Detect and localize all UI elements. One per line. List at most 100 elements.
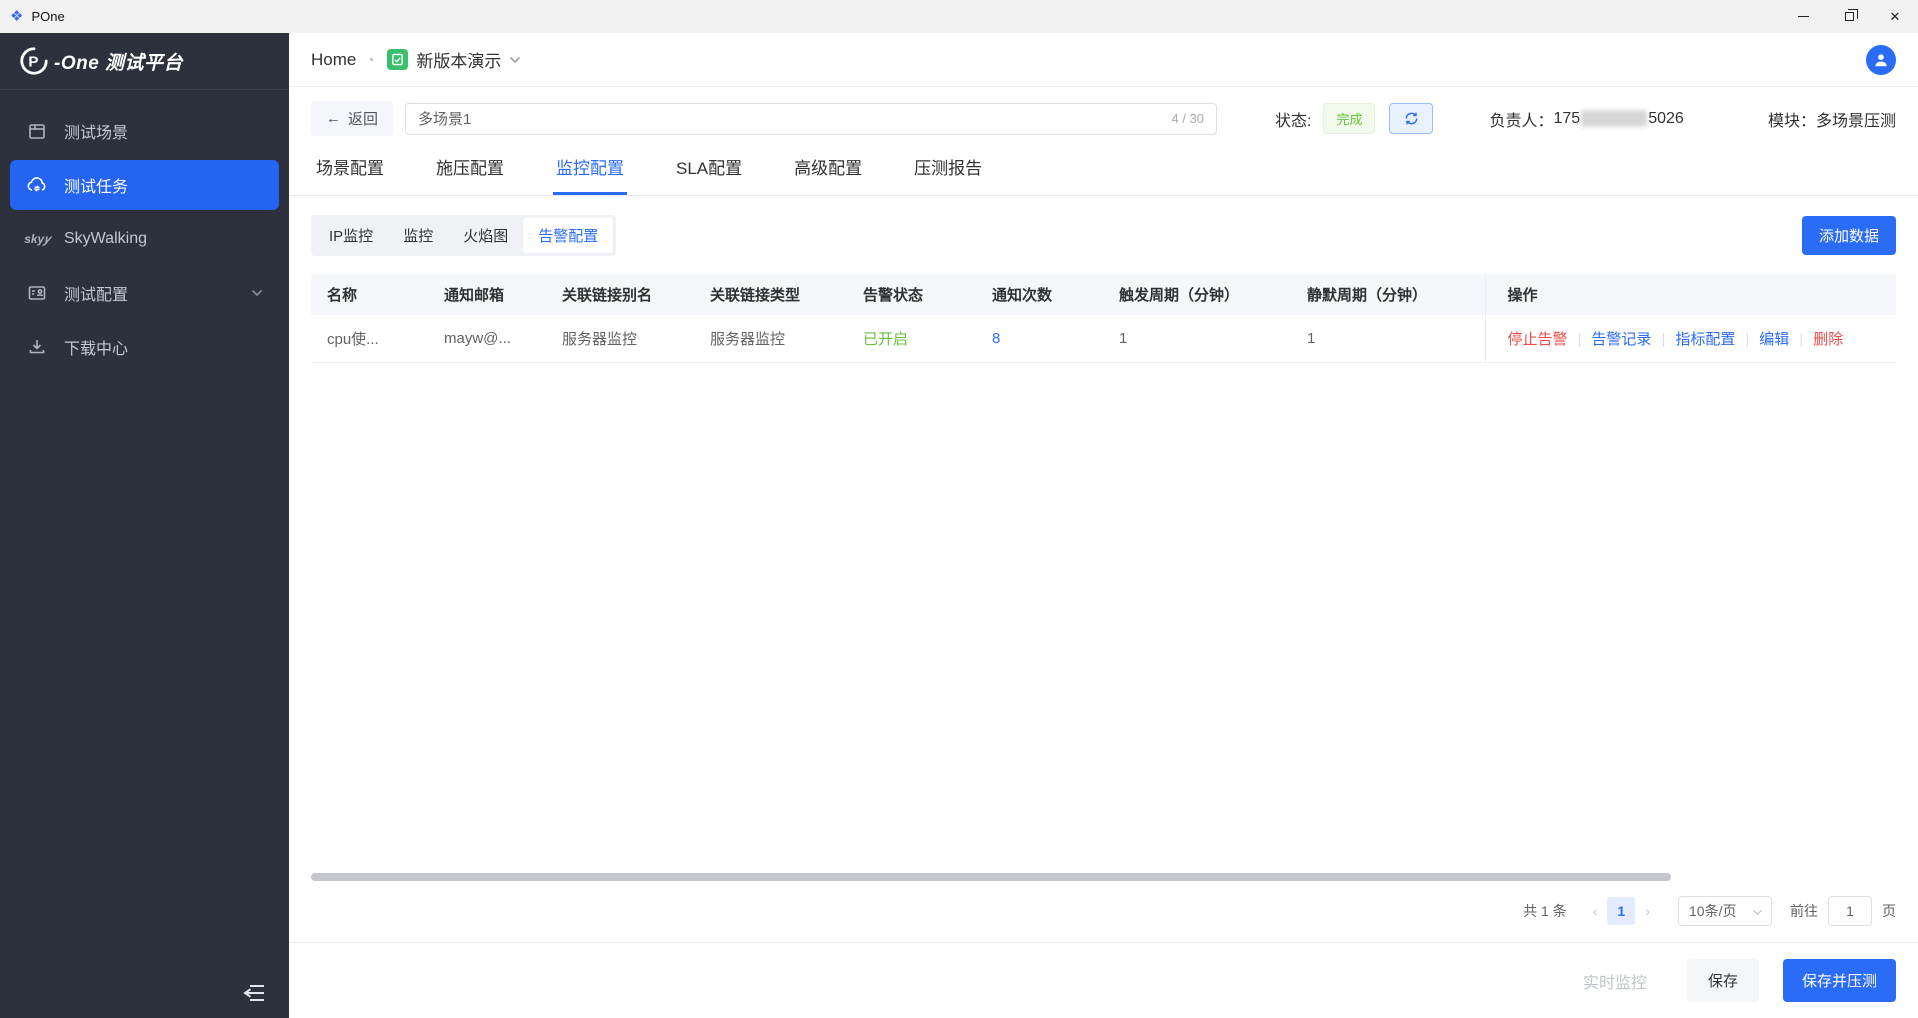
- sidebar-item-label: 下载中心: [64, 335, 128, 359]
- subtab-ip-monitor[interactable]: IP监控: [314, 218, 388, 253]
- sidebar-item-label: 测试任务: [64, 173, 128, 197]
- cell-trigger-period: 1: [1103, 315, 1291, 363]
- pone-logo-icon: P: [18, 45, 50, 77]
- action-separator: |: [1661, 331, 1665, 348]
- content-spacer: [289, 363, 1918, 872]
- cell-alarm-status: 已开启: [847, 315, 976, 363]
- close-button[interactable]: ✕: [1872, 0, 1918, 33]
- minimize-button[interactable]: [1780, 0, 1826, 33]
- project-icon: [387, 49, 408, 70]
- sidebar-menu: 测试场景 测试任务 sky𝑦 SkyWalking 测试配置: [0, 90, 289, 376]
- user-avatar[interactable]: [1866, 45, 1896, 75]
- next-page-button[interactable]: ›: [1635, 903, 1660, 919]
- tab-advanced-config[interactable]: 高级配置: [791, 154, 865, 195]
- owner-phone-redacted: [1581, 110, 1647, 127]
- subtab-monitor[interactable]: 监控: [388, 218, 448, 253]
- tab-sla-config[interactable]: SLA配置: [673, 154, 745, 195]
- chevron-down-icon: [1752, 903, 1763, 919]
- tab-scene-config[interactable]: 场景配置: [313, 154, 387, 195]
- refresh-icon: [1404, 111, 1419, 126]
- scene-name-counter: 4 / 30: [1171, 111, 1204, 126]
- sidebar-collapse-button[interactable]: [242, 982, 268, 1004]
- add-data-button[interactable]: 添加数据: [1802, 216, 1896, 255]
- status-label: 状态:: [1275, 107, 1311, 131]
- footer-actions: 实时监控 保存 保存并压测: [289, 943, 1918, 1018]
- box-icon: [26, 120, 48, 142]
- page-number-button[interactable]: 1: [1607, 897, 1635, 925]
- sidebar-item-test-scene[interactable]: 测试场景: [10, 106, 279, 156]
- page-size-select[interactable]: 10条/页: [1678, 896, 1772, 926]
- main-panel: Home 新版本演示 ← 返回 4 / 30 状态:: [289, 33, 1918, 1018]
- sidebar-item-label: SkyWalking: [64, 230, 147, 248]
- action-separator: |: [1799, 331, 1803, 348]
- metric-config-link[interactable]: 指标配置: [1675, 331, 1735, 348]
- sidebar-item-test-task[interactable]: 测试任务: [10, 160, 279, 210]
- app-logo-icon: ❖: [10, 9, 23, 24]
- refresh-status-button[interactable]: [1389, 103, 1433, 134]
- status-badge: 完成: [1323, 103, 1375, 134]
- col-alarm-status: 告警状态: [847, 274, 976, 315]
- action-separator: |: [1578, 331, 1582, 348]
- page-size-value: 10条/页: [1689, 901, 1736, 921]
- action-separator: |: [1745, 331, 1749, 348]
- id-card-icon: [26, 282, 48, 304]
- prev-page-button[interactable]: ‹: [1583, 903, 1608, 919]
- module-value: 多场景压测: [1816, 113, 1896, 130]
- owner-phone-suffix: 5026: [1648, 110, 1684, 128]
- scene-name-input[interactable]: [418, 110, 1163, 127]
- sidebar-item-label: 测试场景: [64, 119, 128, 143]
- subtab-flame-graph[interactable]: 火焰图: [448, 218, 523, 253]
- cell-link-type: 服务器监控: [694, 315, 847, 363]
- goto-page-input[interactable]: [1828, 896, 1872, 926]
- restore-button[interactable]: [1826, 0, 1872, 33]
- download-icon: [26, 336, 48, 358]
- status-group: 状态: 完成: [1275, 103, 1433, 134]
- monitor-subtab-row: IP监控 监控 火焰图 告警配置 添加数据: [311, 215, 1896, 256]
- goto-label: 前往: [1790, 901, 1818, 921]
- delete-link[interactable]: 删除: [1813, 331, 1843, 348]
- save-and-test-button[interactable]: 保存并压测: [1783, 959, 1896, 1002]
- sidebar-item-skywalking[interactable]: sky𝑦 SkyWalking: [10, 214, 279, 264]
- breadcrumb-separator-dot: [370, 58, 373, 61]
- pagination-total: 共 1 条: [1523, 901, 1567, 921]
- module-label: 模块：: [1768, 113, 1816, 130]
- sidebar: P -One 测试平台 测试场景 测试任务 sky𝑦 SkyWalking: [0, 33, 289, 1018]
- subtab-alarm-config[interactable]: 告警配置: [523, 218, 613, 253]
- stop-alarm-link[interactable]: 停止告警: [1508, 331, 1568, 348]
- chevron-down-icon: [251, 284, 263, 302]
- edit-link[interactable]: 编辑: [1759, 331, 1789, 348]
- alarm-record-link[interactable]: 告警记录: [1591, 331, 1651, 348]
- horizontal-scrollbar-thumb[interactable]: [311, 873, 1671, 881]
- sky-icon: sky𝑦: [26, 228, 48, 250]
- owner-phone-prefix: 175: [1554, 110, 1581, 128]
- os-titlebar: ❖ POne ✕: [0, 0, 1918, 33]
- save-button[interactable]: 保存: [1687, 959, 1759, 1002]
- back-button[interactable]: ← 返回: [311, 101, 393, 136]
- tab-pressure-config[interactable]: 施压配置: [433, 154, 507, 195]
- project-name[interactable]: 新版本演示: [416, 47, 501, 72]
- minimize-icon: [1798, 16, 1809, 17]
- module-group: 模块：多场景压测: [1768, 107, 1896, 131]
- logo-text: -One 测试平台: [54, 48, 183, 75]
- app-title: POne: [31, 9, 1780, 24]
- col-link-alias: 关联链接别名: [546, 274, 694, 315]
- table-header-row: 名称 通知邮箱 关联链接别名 关联链接类型 告警状态 通知次数 触发周期（分钟）…: [311, 274, 1896, 315]
- sidebar-item-download-center[interactable]: 下载中心: [10, 322, 279, 372]
- sidebar-item-test-config[interactable]: 测试配置: [10, 268, 279, 318]
- col-email: 通知邮箱: [428, 274, 546, 315]
- owner-label: 负责人：: [1489, 107, 1553, 131]
- tab-monitor-config[interactable]: 监控配置: [553, 154, 627, 195]
- col-trigger-period: 触发周期（分钟）: [1103, 274, 1291, 315]
- cell-silence-period: 1: [1291, 315, 1485, 363]
- config-tabs: 场景配置 施压配置 监控配置 SLA配置 高级配置 压测报告: [289, 150, 1918, 196]
- breadcrumb-home[interactable]: Home: [311, 50, 356, 70]
- horizontal-scrollbar: [311, 872, 1896, 882]
- cloud-sync-icon: [26, 174, 48, 196]
- chevron-down-icon[interactable]: [509, 51, 521, 69]
- monitor-subtabs: IP监控 监控 火焰图 告警配置: [311, 215, 616, 256]
- cell-name: cpu使...: [311, 315, 428, 363]
- cell-operations: 停止告警 | 告警记录 | 指标配置 | 编辑 | 删除: [1485, 315, 1896, 363]
- col-name: 名称: [311, 274, 428, 315]
- col-operations: 操作: [1485, 274, 1896, 315]
- tab-test-report[interactable]: 压测报告: [911, 154, 985, 195]
